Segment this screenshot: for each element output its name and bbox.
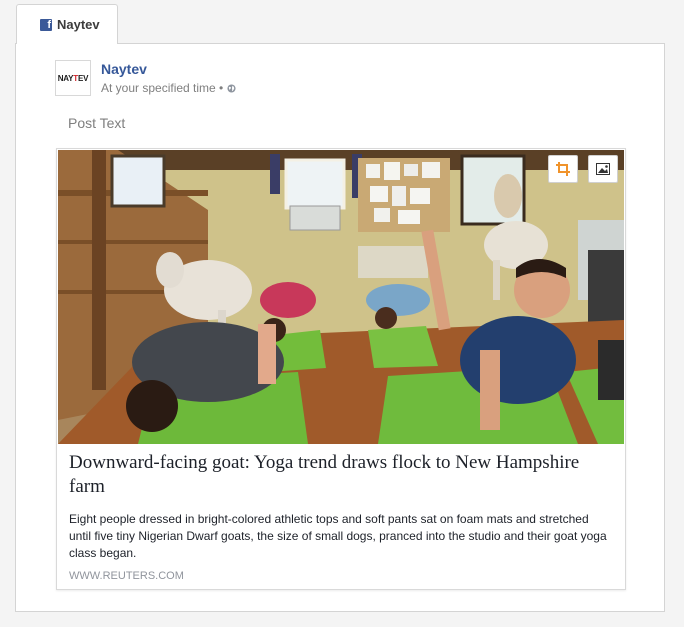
tab-label: Naytev [57,17,100,32]
link-description[interactable]: Eight people dressed in bright-colored a… [69,511,609,562]
avatar-text: NAYTEV [57,73,89,83]
globe-icon [227,83,236,93]
link-image-illustration [58,150,624,444]
link-preview-card[interactable]: Downward-facing goat: Yoga trend draws f… [56,148,626,590]
link-image [58,150,624,444]
post-preview-panel: NAYTEV Naytev At your specified time • P… [15,43,665,612]
facebook-icon: f [40,18,52,31]
avatar[interactable]: NAYTEV [55,60,91,96]
tab-naytev[interactable]: f Naytev [16,4,118,44]
crop-icon [556,162,570,176]
schedule-text: At your specified time • [101,81,224,95]
post-text[interactable]: Post Text [68,115,125,131]
link-domain: WWW.REUTERS.COM [69,570,184,582]
link-headline[interactable]: Downward-facing goat: Yoga trend draws f… [69,451,619,499]
image-icon [596,163,610,175]
page-name[interactable]: Naytev [101,61,147,77]
crop-button[interactable] [548,155,578,183]
post-meta: At your specified time • [101,81,236,95]
change-image-button[interactable] [588,155,618,183]
